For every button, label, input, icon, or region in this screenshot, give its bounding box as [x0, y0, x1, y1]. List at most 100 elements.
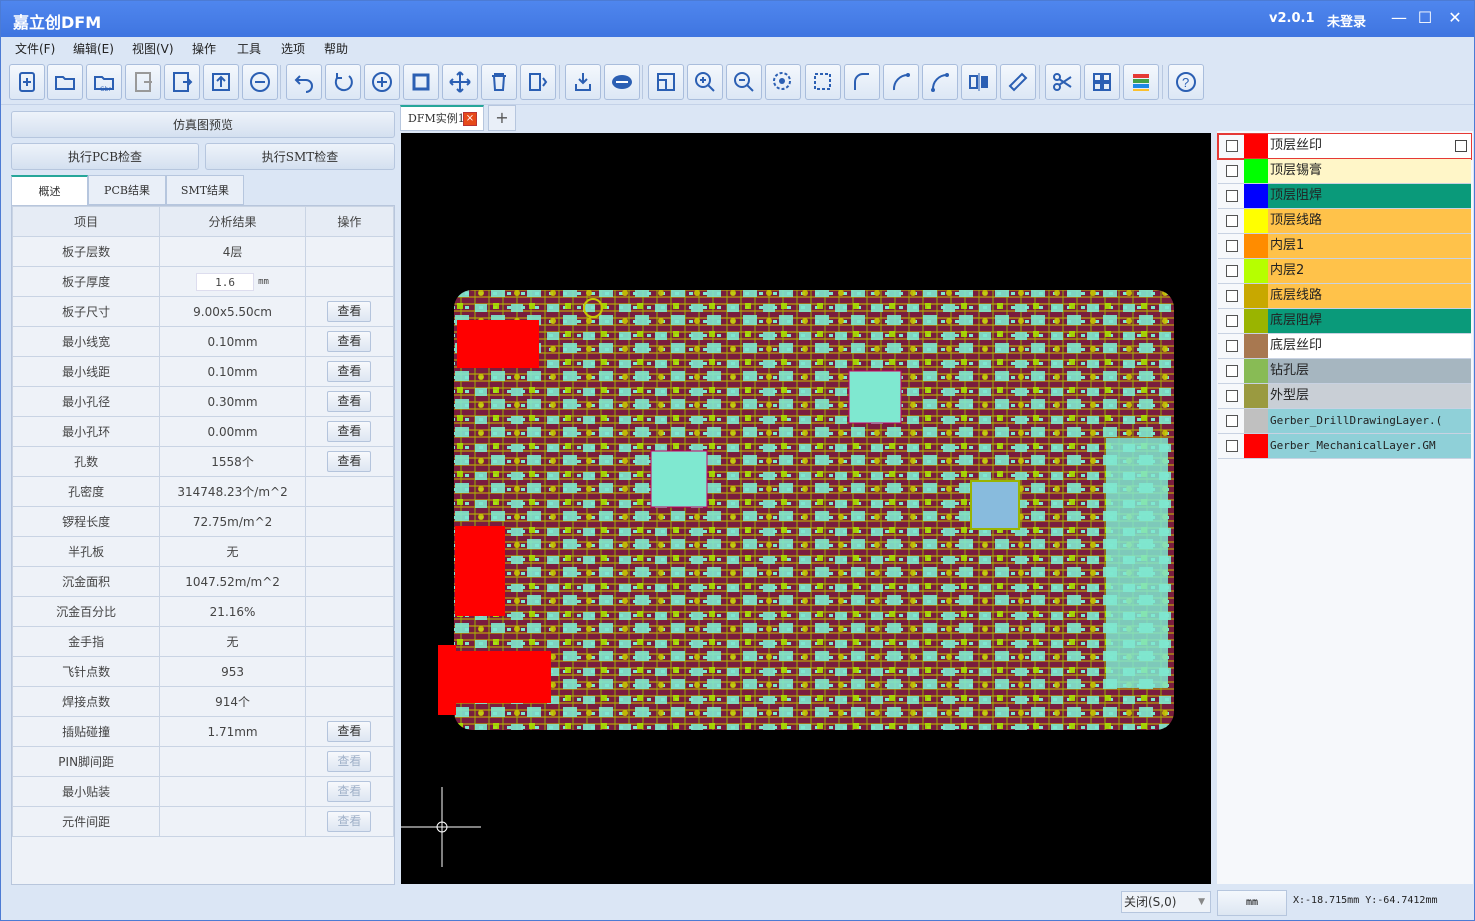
- tab-dfm-instance[interactable]: DFM实例1 ×: [400, 105, 484, 131]
- layer-color-swatch[interactable]: [1244, 409, 1268, 433]
- layer-item[interactable]: 顶层线路: [1218, 209, 1471, 234]
- 3d-view-button[interactable]: [604, 64, 640, 100]
- minimize-button[interactable]: —: [1386, 5, 1412, 31]
- layer-item[interactable]: 钻孔层: [1218, 359, 1471, 384]
- layer-color-swatch[interactable]: [1244, 134, 1268, 158]
- layer-item[interactable]: Gerber_MechanicalLayer.GM: [1218, 434, 1471, 459]
- layer-visibility-checkbox[interactable]: [1226, 165, 1238, 177]
- tab-overview[interactable]: 概述: [11, 175, 88, 205]
- pcb-canvas[interactable]: [401, 133, 1211, 884]
- snap-select[interactable]: 关闭(S,0) ▼: [1121, 891, 1211, 913]
- close-window-button[interactable]: ✕: [1442, 5, 1468, 31]
- cut-button[interactable]: [1045, 64, 1081, 100]
- run-pcb-check-button[interactable]: 执行PCB检查: [11, 143, 199, 170]
- layer-color-swatch[interactable]: [1244, 184, 1268, 208]
- odb-export-button[interactable]: [164, 64, 200, 100]
- layer-visibility-checkbox[interactable]: [1226, 215, 1238, 227]
- zoom-out-button[interactable]: [726, 64, 762, 100]
- layer-color-swatch[interactable]: [1244, 334, 1268, 358]
- ruler-button[interactable]: [1000, 64, 1036, 100]
- align-button[interactable]: [961, 64, 997, 100]
- view-button[interactable]: 查看: [327, 421, 372, 442]
- view-button[interactable]: 查看: [327, 331, 372, 352]
- tab-smt-results[interactable]: SMT结果: [166, 175, 244, 205]
- move-button[interactable]: [442, 64, 478, 100]
- menu-operate[interactable]: 操作: [192, 40, 216, 57]
- delete-button[interactable]: [481, 64, 517, 100]
- run-smt-check-button[interactable]: 执行SMT检查: [205, 143, 395, 170]
- menu-options[interactable]: 选项: [281, 40, 305, 57]
- layer-visibility-checkbox[interactable]: [1226, 365, 1238, 377]
- pcb-board-view[interactable]: [401, 133, 1211, 884]
- undo-button[interactable]: [286, 64, 322, 100]
- layer-color-swatch[interactable]: [1244, 309, 1268, 333]
- view-button[interactable]: 查看: [327, 451, 372, 472]
- layer-color-swatch[interactable]: [1244, 284, 1268, 308]
- layer-visibility-checkbox[interactable]: [1226, 190, 1238, 202]
- layer-item[interactable]: 底层阻焊: [1218, 309, 1471, 334]
- view-button[interactable]: 查看: [327, 721, 372, 742]
- layer-color-swatch[interactable]: [1244, 434, 1268, 458]
- add-tab-button[interactable]: +: [488, 105, 516, 131]
- zoom-in-button[interactable]: [687, 64, 723, 100]
- layer-visibility-checkbox[interactable]: [1226, 390, 1238, 402]
- new-file-button[interactable]: [9, 64, 45, 100]
- layer-item[interactable]: Gerber_DrillDrawingLayer.(: [1218, 409, 1471, 434]
- sim-preview-button[interactable]: 仿真图预览: [11, 111, 395, 138]
- import-button[interactable]: [565, 64, 601, 100]
- layer-item[interactable]: 底层线路: [1218, 284, 1471, 309]
- layer-color-swatch[interactable]: [1244, 359, 1268, 383]
- grid-button[interactable]: [1084, 64, 1120, 100]
- layer-color-swatch[interactable]: [1244, 234, 1268, 258]
- upload-button[interactable]: [203, 64, 239, 100]
- add-circle-button[interactable]: [364, 64, 400, 100]
- view-button[interactable]: 查看: [327, 391, 372, 412]
- help-button[interactable]: ?: [1168, 64, 1204, 100]
- layer-color-swatch[interactable]: [1244, 159, 1268, 183]
- layer-item[interactable]: 顶层锡膏: [1218, 159, 1471, 184]
- layer-visibility-checkbox[interactable]: [1226, 340, 1238, 352]
- layer-color-swatch[interactable]: [1244, 209, 1268, 233]
- layer-item[interactable]: 顶层丝印: [1217, 133, 1472, 160]
- zoom-target-button[interactable]: [765, 64, 801, 100]
- close-tab-icon[interactable]: ×: [463, 112, 477, 126]
- login-status[interactable]: 未登录: [1327, 11, 1366, 30]
- layer-visibility-checkbox[interactable]: [1226, 290, 1238, 302]
- layer-item[interactable]: 顶层阻焊: [1218, 184, 1471, 209]
- layer-visibility-checkbox[interactable]: [1226, 440, 1238, 452]
- menu-view[interactable]: 视图(V): [132, 40, 174, 57]
- layer-item[interactable]: 内层1: [1218, 234, 1471, 259]
- menu-tools[interactable]: 工具: [237, 40, 261, 57]
- remove-button[interactable]: [242, 64, 278, 100]
- thickness-input[interactable]: 1.6: [196, 272, 255, 291]
- view-button[interactable]: 查看: [327, 301, 372, 322]
- fit-view-button[interactable]: [648, 64, 684, 100]
- menu-help[interactable]: 帮助: [324, 40, 348, 57]
- mirror-button[interactable]: [520, 64, 556, 100]
- tab-pcb-results[interactable]: PCB结果: [88, 175, 166, 205]
- open-gbr-button[interactable]: Gbr: [86, 64, 122, 100]
- gbr-export-button[interactable]: [125, 64, 161, 100]
- layer-visibility-checkbox[interactable]: [1226, 315, 1238, 327]
- layers-button[interactable]: [1123, 64, 1159, 100]
- layer-visibility-checkbox[interactable]: [1226, 415, 1238, 427]
- layer-color-swatch[interactable]: [1244, 259, 1268, 283]
- maximize-button[interactable]: ☐: [1412, 5, 1438, 31]
- layer-visibility-checkbox[interactable]: [1226, 140, 1238, 152]
- expand-grid-icon[interactable]: [1455, 140, 1467, 152]
- layer-item[interactable]: 内层2: [1218, 259, 1471, 284]
- menu-file[interactable]: 文件(F): [15, 40, 55, 57]
- view-button[interactable]: 查看: [327, 361, 372, 382]
- arc-2-button[interactable]: [883, 64, 919, 100]
- unit-button[interactable]: mm: [1217, 890, 1287, 916]
- arc-3-button[interactable]: [922, 64, 958, 100]
- layer-visibility-checkbox[interactable]: [1226, 240, 1238, 252]
- layer-color-swatch[interactable]: [1244, 384, 1268, 408]
- layer-visibility-checkbox[interactable]: [1226, 265, 1238, 277]
- redo-button[interactable]: [325, 64, 361, 100]
- menu-edit[interactable]: 编辑(E): [73, 40, 114, 57]
- arc-button[interactable]: [844, 64, 880, 100]
- layer-item[interactable]: 外型层: [1218, 384, 1471, 409]
- open-folder-button[interactable]: [47, 64, 83, 100]
- square-button[interactable]: [403, 64, 439, 100]
